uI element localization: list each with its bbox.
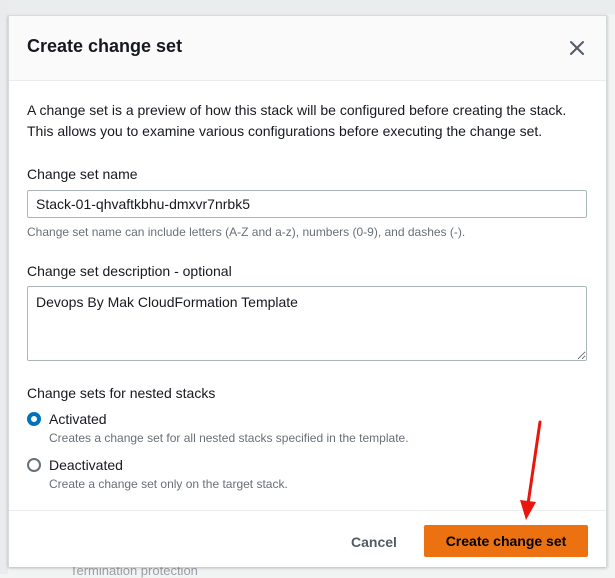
radio-activated-description: Creates a change set for all nested stac… [49, 431, 409, 445]
create-change-set-button[interactable]: Create change set [424, 525, 588, 557]
dialog-title: Create change set [27, 36, 183, 56]
close-button[interactable] [567, 38, 587, 58]
change-set-description-input[interactable]: Devops By Mak CloudFormation Template [27, 286, 587, 361]
create-change-set-dialog: Create change set A change set is a prev… [8, 15, 607, 567]
change-set-name-label: Change set name [27, 166, 138, 182]
radio-deactivated-label: Deactivated [49, 457, 123, 473]
radio-option-deactivated[interactable]: Deactivated Create a change set only on … [27, 457, 587, 493]
change-set-name-input[interactable] [27, 190, 587, 218]
background-top-strip [0, 0, 615, 14]
radio-deactivated[interactable] [27, 458, 41, 472]
nested-stacks-label: Change sets for nested stacks [27, 385, 216, 401]
change-set-description-label: Change set description - optional [27, 263, 232, 279]
radio-activated[interactable] [27, 412, 41, 426]
radio-deactivated-description: Create a change set only on the target s… [49, 477, 288, 491]
change-set-name-hint: Change set name can include letters (A-Z… [27, 225, 466, 239]
radio-option-activated[interactable]: Activated Creates a change set for all n… [27, 411, 587, 447]
dialog-intro-text: A change set is a preview of how this st… [27, 102, 567, 139]
cancel-button[interactable]: Cancel [339, 527, 409, 557]
background-left-strip [0, 0, 8, 574]
close-icon [570, 41, 584, 55]
radio-activated-label: Activated [49, 411, 107, 427]
dialog-footer: Cancel Create change set [9, 510, 606, 567]
dialog-header: Create change set [9, 16, 606, 81]
